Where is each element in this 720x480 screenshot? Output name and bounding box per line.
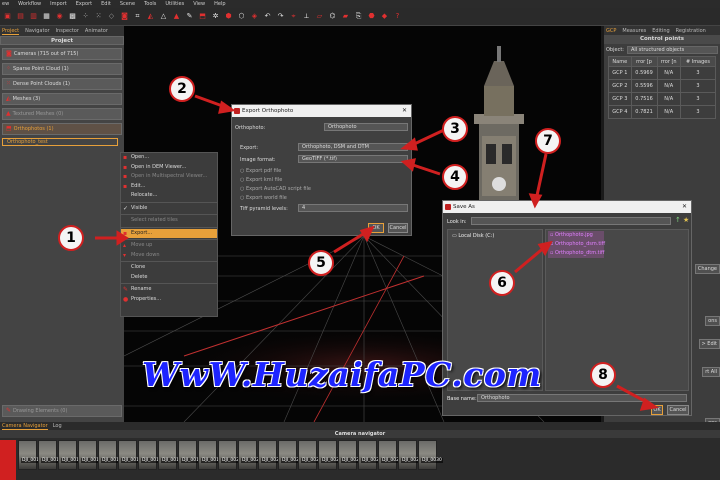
annotation-badge-4: 4 — [442, 164, 468, 190]
camera-thumb[interactable]: DJI_0015 — [118, 440, 143, 470]
camera-thumb[interactable]: DJI_0023 — [278, 440, 303, 470]
thumb-label: DJI_0030 — [421, 458, 443, 463]
camera-thumb[interactable]: DJI_0010 — [18, 440, 43, 470]
camera-thumb[interactable]: DJI_0030 — [418, 440, 443, 470]
camera-thumb[interactable]: DJI_0026 — [338, 440, 363, 470]
camera-thumb[interactable]: DJI_0028 — [378, 440, 403, 470]
camera-thumb[interactable]: DJI_0020 — [218, 440, 243, 470]
annotation-arrows — [95, 94, 659, 411]
camera-thumb[interactable]: DJI_0024 — [298, 440, 323, 470]
annotation-badge-2: 2 — [169, 76, 195, 102]
tab-camera-navigator[interactable]: Camera Navigator — [2, 423, 48, 430]
camera-thumb[interactable]: DJI_0017 — [158, 440, 183, 470]
logo-corner-icon — [0, 440, 16, 480]
thumbnail-strip: DJI_0010 DJI_0011 DJI_0012 DJI_0013 DJI_… — [0, 440, 720, 470]
annotation-badge-3: 3 — [442, 116, 468, 142]
camera-navigator-title: Camera navigator — [0, 430, 720, 438]
annotation-badge-7: 7 — [535, 128, 561, 154]
camera-thumb[interactable]: DJI_0018 — [178, 440, 203, 470]
camera-thumb[interactable]: DJI_0012 — [58, 440, 83, 470]
annotation-badge-8: 8 — [590, 362, 616, 388]
tab-log[interactable]: Log — [53, 423, 62, 429]
bottom-tabs: Camera Navigator Log — [0, 422, 720, 430]
camera-thumb[interactable]: DJI_0016 — [138, 440, 163, 470]
camera-navigator-panel: Camera Navigator Log Camera navigator DJ… — [0, 422, 720, 480]
annotation-badge-5: 5 — [308, 250, 334, 276]
camera-thumb[interactable]: DJI_0027 — [358, 440, 383, 470]
camera-thumb[interactable]: DJI_0021 — [238, 440, 263, 470]
camera-thumb[interactable]: DJI_0022 — [258, 440, 283, 470]
annotation-badge-6: 6 — [489, 270, 515, 296]
camera-thumb[interactable]: DJI_0014 — [98, 440, 123, 470]
annotation-badge-1: 1 — [58, 225, 84, 251]
camera-thumb[interactable]: DJI_0029 — [398, 440, 423, 470]
camera-thumb[interactable]: DJI_0019 — [198, 440, 223, 470]
camera-thumb[interactable]: DJI_0011 — [38, 440, 63, 470]
watermark: WwW.HuzaifaPC.com — [142, 355, 542, 394]
camera-thumb[interactable]: DJI_0025 — [318, 440, 343, 470]
camera-thumb[interactable]: DJI_0013 — [78, 440, 103, 470]
